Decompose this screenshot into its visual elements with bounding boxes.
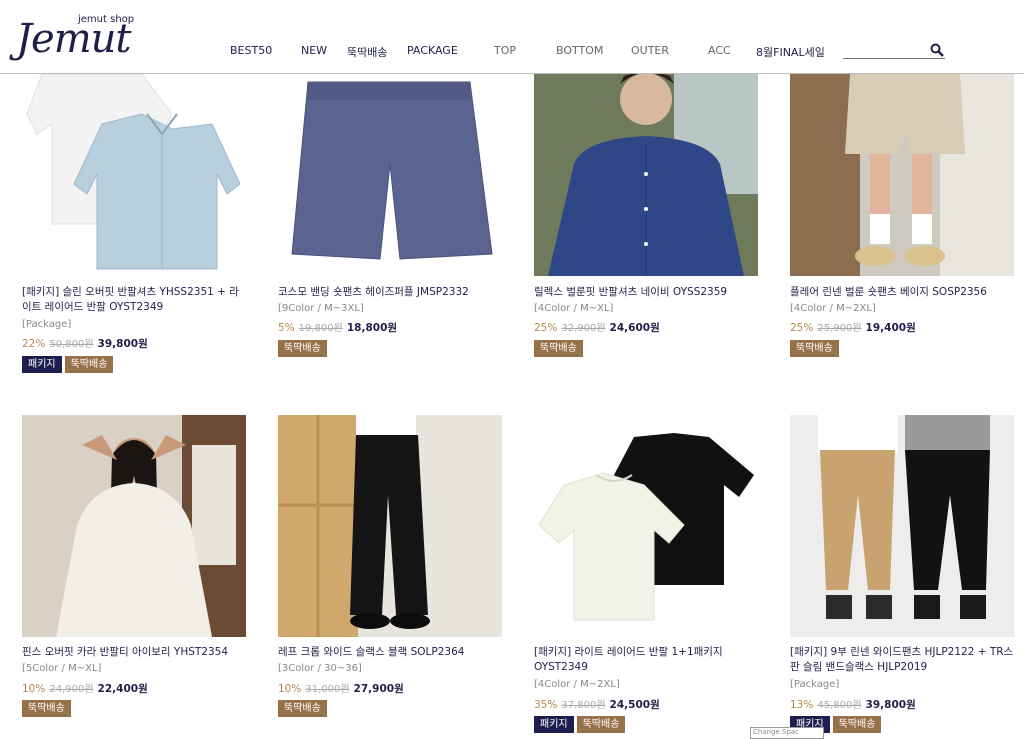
site-header: jemut shop Jemut BEST50 NEW 뚝딱배송 PACKAGE…: [0, 0, 1024, 74]
nav-top[interactable]: TOP: [494, 44, 516, 57]
fast-delivery-badge: 뚝딱배송: [832, 716, 882, 733]
discount-rate: 13%: [790, 699, 814, 711]
fast-delivery-badge: 뚝딱배송: [64, 356, 114, 373]
nav-outer[interactable]: OUTER: [631, 44, 669, 57]
discount-rate: 5%: [278, 322, 295, 334]
search-input[interactable]: [843, 45, 931, 61]
nav-package[interactable]: PACKAGE: [407, 44, 458, 57]
product-image[interactable]: [534, 74, 758, 276]
product-name[interactable]: [패키지] 슬린 오버핏 반팔셔츠 YHSS2351 + 라이트 레이어드 반팔…: [22, 285, 246, 315]
product-option: [9Color / M~3XL]: [278, 303, 364, 314]
product-image[interactable]: [790, 74, 1014, 276]
sale-price: 24,500원: [609, 699, 660, 711]
nav-new[interactable]: NEW: [301, 44, 327, 57]
product-option: [5Color / M~XL]: [22, 663, 102, 674]
badge-group: 패키지 뚝딱배송: [534, 712, 628, 733]
product-name[interactable]: [패키지] 9부 린넨 와이드팬츠 HJLP2122 + TR스판 슬림 밴드슬…: [790, 645, 1014, 675]
product-option: [Package]: [790, 679, 840, 690]
badge-group: 뚝딱배송: [534, 336, 586, 357]
fast-delivery-badge: 뚝딱배송: [790, 340, 839, 357]
badge-group: 뚝딱배송: [278, 696, 330, 717]
fast-delivery-badge: 뚝딱배송: [22, 700, 71, 717]
original-price: 45,800원: [817, 700, 862, 711]
product-option: [Package]: [22, 319, 72, 330]
tooltip: Change Spac: [750, 727, 824, 739]
discount-rate: 35%: [534, 699, 558, 711]
nav-bottom[interactable]: BOTTOM: [556, 44, 603, 57]
sale-price: 39,800원: [865, 699, 916, 711]
badge-group: 뚝딱배송: [22, 696, 74, 717]
sale-price: 18,800원: [346, 322, 398, 334]
product-image[interactable]: [22, 415, 246, 637]
logo-wordmark: Jemut: [16, 16, 131, 62]
discount-rate: 25%: [534, 322, 558, 334]
package-badge: 패키지: [534, 716, 574, 733]
sale-price: 27,900원: [353, 683, 404, 695]
product-name[interactable]: 코스모 밴딩 숏팬츠 헤이즈퍼플 JMSP2332: [278, 285, 502, 300]
original-price: 24,900원: [49, 684, 94, 695]
sale-price: 19,400원: [865, 322, 916, 334]
product-name[interactable]: 레프 크롭 와이드 슬랙스 블랙 SOLP2364: [278, 645, 502, 660]
original-price: 25,900원: [817, 323, 862, 334]
badge-group: 뚝딱배송: [278, 336, 330, 357]
sale-price: 39,800원: [97, 338, 148, 350]
product-name[interactable]: 플레어 린넨 벌룬 숏팬츠 베이지 SOSP2356: [790, 285, 1014, 300]
product-name[interactable]: 핀스 오버핏 카라 반팔티 아이보리 YHST2354: [22, 645, 246, 660]
product-image[interactable]: [278, 74, 502, 276]
discount-rate: 10%: [278, 683, 302, 695]
product-price: 10% 31,000원 27,900원: [278, 680, 404, 696]
product-name[interactable]: [패키지] 라이트 레이어드 반팔 1+1패키지 OYST2349: [534, 645, 758, 675]
product-image[interactable]: [534, 415, 758, 637]
product-price: 35% 37,800원 24,500원: [534, 696, 660, 712]
discount-rate: 10%: [22, 683, 46, 695]
fast-delivery-badge: 뚝딱배송: [534, 340, 583, 357]
package-badge: 패키지: [22, 356, 62, 373]
nav-fast-delivery[interactable]: 뚝딱배송: [347, 44, 387, 60]
nav-acc[interactable]: ACC: [708, 44, 731, 57]
fast-delivery-badge: 뚝딱배송: [278, 340, 327, 357]
product-option: [4Color / M~2XL]: [534, 679, 620, 690]
original-price: 31,000원: [305, 684, 350, 695]
product-price: 25% 32,900원 24,600원: [534, 319, 660, 335]
badge-group: 뚝딱배송: [790, 336, 842, 357]
discount-rate: 25%: [790, 322, 814, 334]
nav-best50[interactable]: BEST50: [230, 44, 272, 57]
product-image[interactable]: [278, 415, 502, 637]
nav-august-sale[interactable]: 8월FINAL세일: [756, 44, 825, 60]
product-option: [4Color / M~XL]: [534, 303, 614, 314]
product-option: [3Color / 30~36]: [278, 663, 362, 674]
search-icon[interactable]: [930, 42, 944, 57]
product-price: 10% 24,900원 22,400원: [22, 680, 148, 696]
product-name[interactable]: 릴렉스 벌룬핏 반팔셔츠 네이비 OYSS2359: [534, 285, 758, 300]
original-price: 19,800원: [298, 323, 343, 334]
product-price: 13% 45,800원 39,800원: [790, 696, 916, 712]
shop-logo[interactable]: jemut shop Jemut: [16, 14, 146, 60]
sale-price: 24,600원: [609, 322, 660, 334]
product-price: 5% 19,800원 18,800원: [278, 319, 397, 335]
product-image[interactable]: [790, 415, 1014, 637]
product-price: 25% 25,900원 19,400원: [790, 319, 916, 335]
product-image[interactable]: [22, 74, 246, 276]
fast-delivery-badge: 뚝딱배송: [278, 700, 327, 717]
original-price: 50,800원: [49, 339, 94, 350]
original-price: 32,900원: [561, 323, 606, 334]
fast-delivery-badge: 뚝딱배송: [576, 716, 626, 733]
discount-rate: 22%: [22, 338, 46, 350]
original-price: 37,800원: [561, 700, 606, 711]
sale-price: 22,400원: [97, 683, 148, 695]
badge-group: 패키지 뚝딱배송: [22, 352, 116, 373]
product-price: 22% 50,800원 39,800원: [22, 335, 148, 351]
product-option: [4Color / M~2XL]: [790, 303, 876, 314]
